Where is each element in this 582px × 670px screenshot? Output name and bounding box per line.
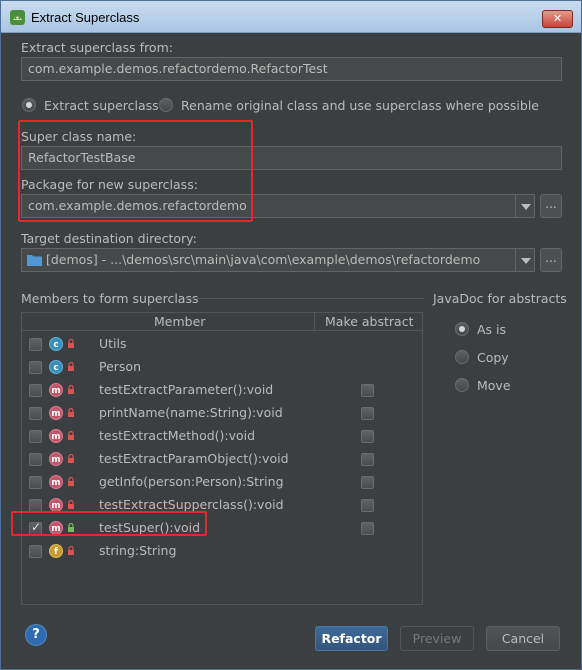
member-name: testExtractParameter():void bbox=[99, 382, 274, 397]
method-icon: m bbox=[49, 452, 63, 466]
member-name: Utils bbox=[99, 336, 127, 351]
method-icon: m bbox=[49, 429, 63, 443]
make-abstract-checkbox[interactable] bbox=[361, 453, 374, 466]
class-icon: c bbox=[49, 337, 63, 351]
target-directory-browse-button[interactable]: ... bbox=[540, 248, 562, 272]
member-checkbox[interactable] bbox=[29, 476, 42, 489]
member-checkbox[interactable] bbox=[29, 384, 42, 397]
android-studio-icon bbox=[10, 10, 25, 25]
radio-extract-superclass-label[interactable]: Extract superclass bbox=[44, 98, 159, 113]
make-abstract-checkbox[interactable] bbox=[361, 384, 374, 397]
member-name: getInfo(person:Person):String bbox=[99, 474, 284, 489]
window-title: Extract Superclass bbox=[31, 10, 140, 25]
table-row[interactable]: m printName(name:String):void bbox=[22, 402, 422, 425]
lock-icon bbox=[68, 477, 74, 486]
close-button[interactable]: ✕ bbox=[542, 10, 573, 28]
lock-icon bbox=[68, 500, 74, 509]
class-icon: c bbox=[49, 360, 63, 374]
extract-superclass-dialog: Extract Superclass ✕ Extract superclass … bbox=[0, 0, 582, 670]
extract-from-label: Extract superclass from: bbox=[21, 40, 173, 55]
method-icon: m bbox=[49, 406, 63, 420]
highlight-box-testsuper bbox=[11, 511, 207, 536]
make-abstract-checkbox[interactable] bbox=[361, 476, 374, 489]
extract-from-field: com.example.demos.refactordemo.RefactorT… bbox=[21, 57, 562, 81]
target-directory-label: Target destination directory: bbox=[21, 231, 197, 246]
method-icon: m bbox=[49, 383, 63, 397]
table-row[interactable]: f string:String bbox=[22, 540, 422, 563]
radio-javadoc-move[interactable] bbox=[455, 378, 469, 392]
highlight-box-superclass bbox=[18, 120, 253, 222]
lock-icon bbox=[68, 339, 74, 348]
make-abstract-checkbox[interactable] bbox=[361, 522, 374, 535]
member-checkbox[interactable] bbox=[29, 407, 42, 420]
lock-icon bbox=[68, 546, 74, 555]
column-make-abstract[interactable]: Make abstract bbox=[325, 314, 413, 329]
members-table-header: Member Make abstract bbox=[22, 313, 422, 331]
member-checkbox[interactable] bbox=[29, 361, 42, 374]
lock-icon bbox=[68, 431, 74, 440]
make-abstract-checkbox[interactable] bbox=[361, 407, 374, 420]
help-icon[interactable]: ? bbox=[25, 624, 47, 646]
member-name: testExtractParamObject():void bbox=[99, 451, 289, 466]
table-row[interactable]: m getInfo(person:Person):String bbox=[22, 471, 422, 494]
radio-rename-original[interactable] bbox=[159, 98, 173, 112]
column-member[interactable]: Member bbox=[154, 314, 205, 329]
make-abstract-checkbox[interactable] bbox=[361, 430, 374, 443]
table-row[interactable]: c Person bbox=[22, 356, 422, 379]
javadoc-as-is-label[interactable]: As is bbox=[477, 322, 506, 337]
preview-button[interactable]: Preview bbox=[400, 626, 474, 651]
method-icon: m bbox=[49, 475, 63, 489]
javadoc-move-label[interactable]: Move bbox=[477, 378, 511, 393]
folder-icon bbox=[27, 255, 42, 266]
lock-icon bbox=[68, 362, 74, 371]
package-dropdown-arrow[interactable] bbox=[515, 194, 535, 218]
field-icon: f bbox=[49, 544, 63, 558]
javadoc-copy-label[interactable]: Copy bbox=[477, 350, 509, 365]
dialog-content: Extract superclass from: com.example.dem… bbox=[9, 34, 573, 664]
member-checkbox[interactable] bbox=[29, 430, 42, 443]
method-icon: m bbox=[49, 498, 63, 512]
table-row[interactable]: m testExtractParameter():void bbox=[22, 379, 422, 402]
member-name: string:String bbox=[99, 543, 177, 558]
member-checkbox[interactable] bbox=[29, 545, 42, 558]
lock-icon bbox=[68, 408, 74, 417]
radio-javadoc-copy[interactable] bbox=[455, 350, 469, 364]
target-directory-dropdown-arrow[interactable] bbox=[515, 248, 535, 272]
radio-extract-superclass[interactable] bbox=[22, 98, 36, 112]
refactor-button[interactable]: Refactor bbox=[315, 626, 388, 651]
member-name: printName(name:String):void bbox=[99, 405, 283, 420]
member-checkbox[interactable] bbox=[29, 453, 42, 466]
cancel-button[interactable]: Cancel bbox=[486, 626, 560, 651]
table-row[interactable]: m testExtractParamObject():void bbox=[22, 448, 422, 471]
members-section-label: Members to form superclass bbox=[21, 291, 199, 306]
package-browse-button[interactable]: ... bbox=[540, 194, 562, 218]
column-separator bbox=[314, 313, 315, 331]
members-table: Member Make abstract c Utils c Person m testE… bbox=[21, 312, 423, 605]
javadoc-section-label: JavaDoc for abstracts bbox=[433, 291, 567, 306]
member-name: testExtractSupperclass():void bbox=[99, 497, 284, 512]
radio-javadoc-as-is[interactable] bbox=[455, 322, 469, 336]
title-bar: Extract Superclass ✕ bbox=[1, 1, 581, 33]
make-abstract-checkbox[interactable] bbox=[361, 499, 374, 512]
target-directory-combo[interactable]: [demos] - ...\demos\src\main\java\com\ex… bbox=[21, 248, 516, 272]
radio-rename-original-label[interactable]: Rename original class and use superclass… bbox=[181, 98, 539, 113]
member-name: Person bbox=[99, 359, 142, 374]
table-row[interactable]: m testExtractMethod():void bbox=[22, 425, 422, 448]
lock-icon bbox=[68, 454, 74, 463]
member-name: testExtractMethod():void bbox=[99, 428, 256, 443]
members-section-divider bbox=[184, 298, 424, 299]
lock-icon bbox=[68, 385, 74, 394]
member-checkbox[interactable] bbox=[29, 338, 42, 351]
table-row[interactable]: c Utils bbox=[22, 333, 422, 356]
